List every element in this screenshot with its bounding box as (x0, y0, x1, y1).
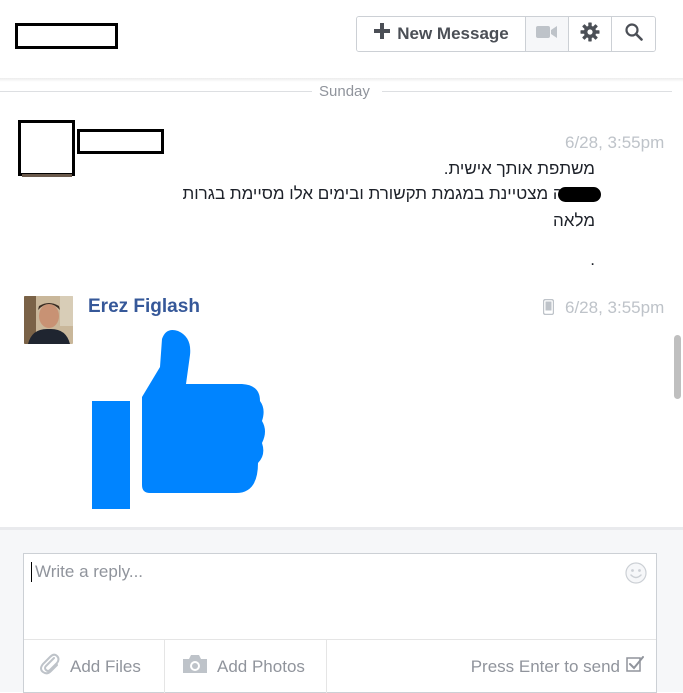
scrollbar-thumb[interactable] (674, 335, 681, 399)
video-camera-icon (536, 25, 558, 44)
message-text-line: משתפת אותך אישית. (443, 159, 595, 178)
day-divider-label: Sunday (319, 83, 370, 100)
paperclip-icon (38, 652, 62, 681)
message-text-line: סיימה מצטיינת במגמת תקשורת ובימים אלו מס… (182, 184, 595, 203)
message-text-line: מלאה (553, 211, 595, 230)
reply-composer: Write a reply... Add Files Add Photos Pr… (23, 553, 657, 693)
message-timestamp: 6/28, 3:55pm (565, 133, 665, 152)
composer-toolbar: Add Files Add Photos Press Enter to send (24, 639, 656, 693)
video-call-button[interactable] (526, 17, 569, 51)
press-enter-toggle[interactable]: Press Enter to send (327, 640, 656, 693)
add-files-label: Add Files (70, 656, 141, 676)
settings-button[interactable] (569, 17, 612, 51)
avatar-edge (22, 174, 72, 177)
search-icon (624, 22, 643, 46)
sender-name[interactable]: Erez Figlash (88, 296, 200, 318)
camera-icon (181, 653, 209, 680)
conversation-header: New Message (0, 0, 683, 79)
avatar[interactable] (24, 296, 73, 344)
gear-icon (580, 22, 600, 47)
emoji-icon[interactable] (625, 562, 647, 589)
add-files-button[interactable]: Add Files (24, 640, 165, 693)
add-photos-button[interactable]: Add Photos (165, 640, 327, 693)
plus-icon (373, 21, 391, 45)
redacted-conversation-title (15, 23, 118, 49)
reply-input[interactable]: Write a reply... (31, 562, 615, 582)
redacted-avatar[interactable] (18, 120, 75, 176)
new-message-label: New Message (397, 24, 509, 43)
redaction-mark (558, 187, 601, 202)
thumbs-up-sticker (90, 327, 265, 516)
search-button[interactable] (612, 17, 655, 51)
checkbox-checked-icon[interactable] (626, 655, 644, 678)
new-message-button[interactable]: New Message (357, 17, 526, 51)
mobile-icon (542, 298, 555, 320)
press-enter-label: Press Enter to send (470, 656, 620, 676)
redacted-sender-name[interactable] (77, 129, 164, 154)
message-text-line: . (590, 250, 595, 269)
header-button-group: New Message (356, 16, 656, 52)
add-photos-label: Add Photos (217, 656, 305, 676)
message-timestamp: 6/28, 3:55pm (565, 298, 665, 317)
day-divider: Sunday (0, 82, 683, 102)
